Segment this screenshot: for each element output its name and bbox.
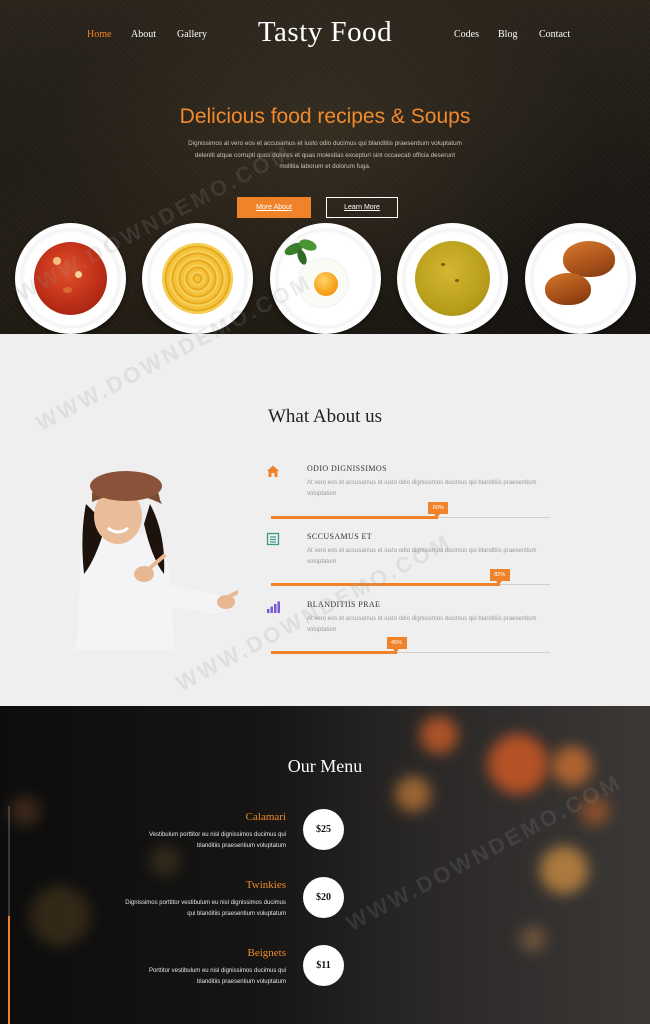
menu-item-description: Porttitor vestibulum eu nisl dignissimos… — [148, 968, 286, 985]
progress-fill — [271, 583, 500, 586]
hero-section: Home About Gallery Codes Blog Contact Ta… — [0, 0, 650, 334]
progress-track: 45% — [271, 637, 550, 654]
feature-title: BLANDITIIS PRAE — [307, 600, 381, 609]
menu-item-price[interactable]: $25 — [303, 809, 344, 850]
menu-item-price[interactable]: $20 — [303, 877, 344, 918]
progress-track: 60% — [271, 502, 550, 519]
feature-text: At vero eos et accusamus et iusto odio d… — [307, 548, 537, 565]
plate-spaghetti — [142, 223, 253, 334]
progress-badge: 45% — [386, 637, 407, 653]
feature-title: SCCUSAMUS ET — [307, 532, 373, 541]
menu-item-name: Beignets — [247, 947, 287, 959]
basil-leaf-icon — [284, 239, 317, 265]
about-section: What About us ODIO DIGNISSIMOS At vero e… — [0, 334, 650, 706]
home-icon — [267, 465, 279, 477]
plate-fried-egg — [270, 223, 381, 334]
menu-section: Our Menu Calamari Vestibulum porttitor e… — [0, 706, 650, 1024]
learn-more-button[interactable]: Learn More — [326, 197, 398, 218]
document-icon — [266, 532, 280, 546]
hero-title: Delicious food recipes & Soups — [179, 105, 471, 128]
menu-title: Our Menu — [287, 756, 363, 776]
hero-text: Dignissimos at vero eos et accusamus et … — [188, 140, 462, 170]
more-about-button[interactable]: More About — [237, 197, 311, 218]
feature-title: ODIO DIGNISSIMOS — [307, 464, 387, 473]
progress-track: 82% — [271, 569, 550, 586]
progress-badge: 60% — [428, 502, 449, 518]
menu-item-name: Twinkies — [245, 879, 286, 891]
about-title: What About us — [268, 406, 382, 427]
plate-tomato-soup — [15, 223, 126, 334]
menu-scroll-thumb[interactable] — [8, 916, 10, 1024]
menu-item-price[interactable]: $11 — [303, 945, 344, 986]
feature-text: At vero eos et accusamus et iusto odio d… — [307, 616, 537, 633]
menu-item-description: Vestibulum porttitor eu nisl dignissimos… — [148, 832, 286, 849]
progress-badge: 82% — [489, 569, 510, 585]
bar-chart-icon — [267, 601, 280, 613]
menu-scrollbar[interactable] — [8, 806, 10, 1024]
menu-item-description: Dignissimos porttitor vestibulum eu nisl… — [125, 900, 286, 917]
site-logo[interactable]: Tasty Food — [0, 16, 650, 49]
feature-text: At vero eos et accusamus et iusto odio d… — [307, 480, 537, 497]
progress-fill — [271, 651, 397, 654]
plate-pumpkin-soup — [397, 223, 508, 334]
chef-woman-image — [76, 471, 238, 650]
progress-fill — [271, 516, 439, 519]
menu-item-name: Calamari — [245, 811, 286, 823]
plate-croissants — [525, 223, 636, 334]
